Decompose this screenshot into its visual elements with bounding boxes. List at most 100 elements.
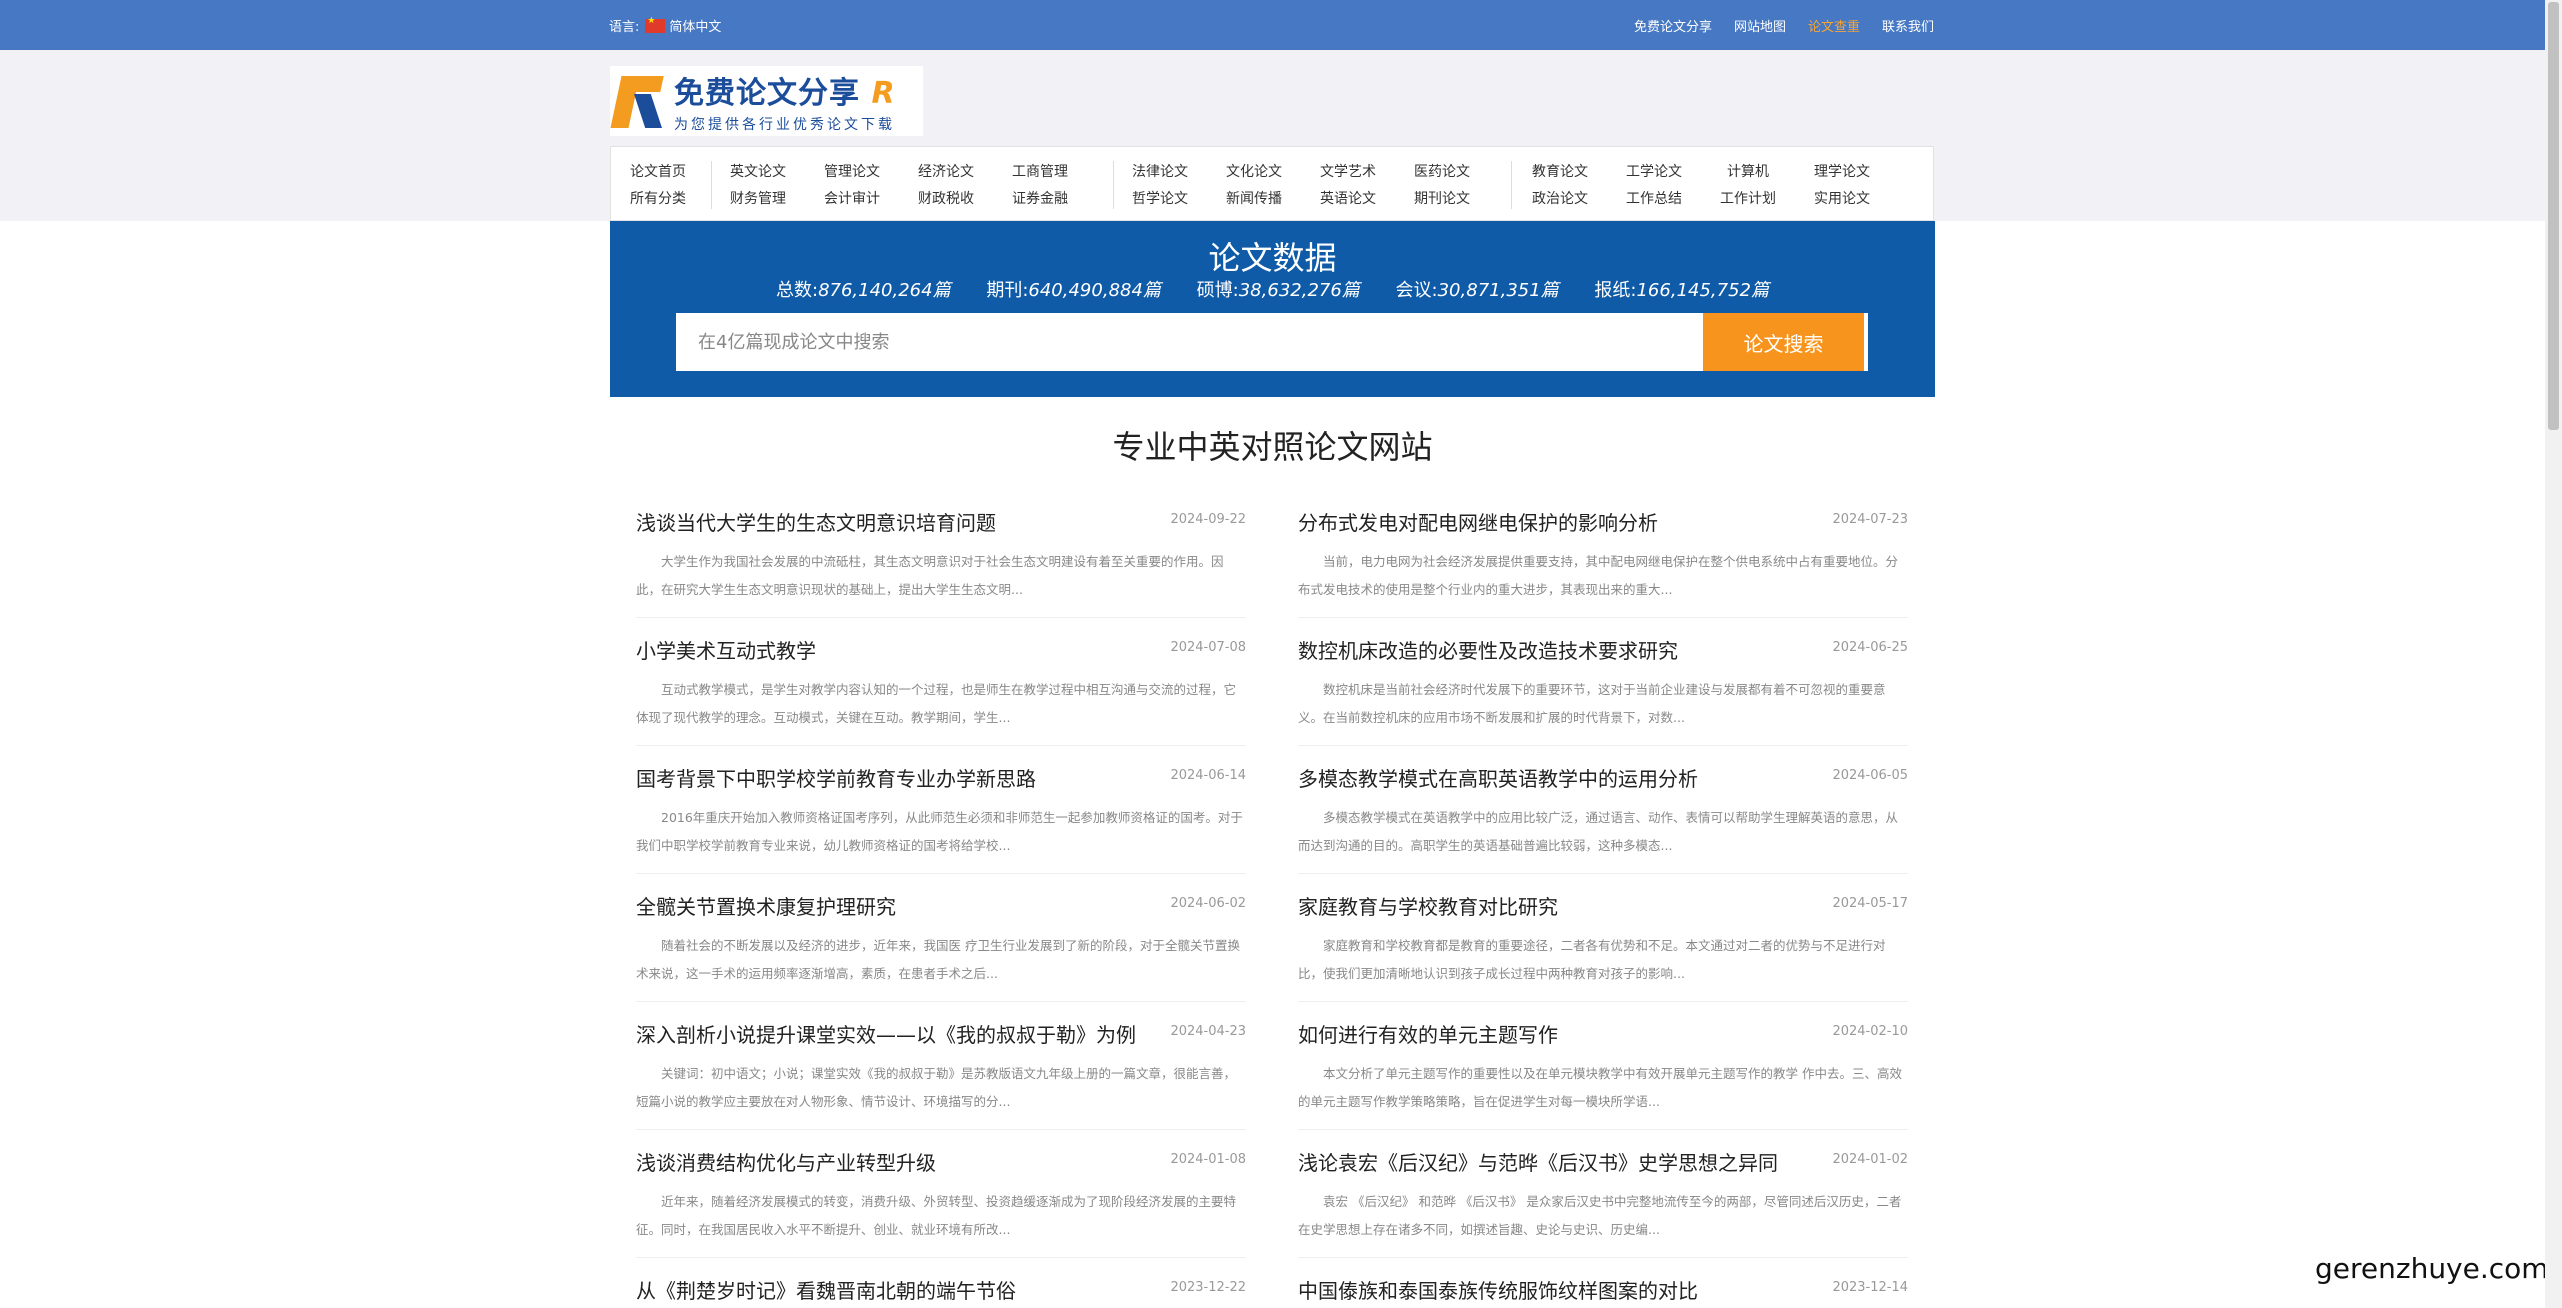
category-link[interactable]: 新闻传播 [1219,186,1289,213]
article-item[interactable]: 多模态教学模式在高职英语教学中的运用分析 2024-06-05 多模态教学模式在… [1298,756,1908,874]
stat-value: 876,140,264篇 [818,280,951,301]
category-link[interactable]: 工商管理 [1005,159,1075,186]
article-abstract: 2016年重庆开始加入教师资格证国考序列，从此师范生必须和非师范生一起参加教师资… [636,810,1243,853]
article-item[interactable]: 浅论袁宏《后汉纪》与范晔《后汉书》史学思想之异同 2024-01-02 袁宏 《… [1298,1140,1908,1258]
article-abstract: 家庭教育和学校教育都是教育的重要途径，二者各有优势和不足。本文通过对二者的优势与… [1298,938,1886,981]
category-link[interactable]: 计算机 [1713,159,1783,186]
search-input[interactable] [676,313,1708,371]
article-item[interactable]: 分布式发电对配电网继电保护的影响分析 2024-07-23 当前，电力电网为社会… [1298,500,1908,618]
category-nav: 论文首页 所有分类 英文论文 财务管理 管理论文 会计审计 经济论文 财政税收 … [610,146,1934,221]
category-column: 法律论文 哲学论文 [1125,159,1195,213]
stats-row: 总数:876,140,264篇 期刊:640,490,884篇 硕博:38,63… [610,276,1935,302]
article-item[interactable]: 浅谈当代大学生的生态文明意识培育问题 2024-09-22 大学生作为我国社会发… [636,500,1246,618]
category-link[interactable]: 政治论文 [1525,186,1595,213]
article-title[interactable]: 浅谈消费结构优化与产业转型升级 [636,1147,936,1176]
category-link[interactable]: 会计审计 [817,186,887,213]
category-link[interactable]: 文学艺术 [1313,159,1383,186]
article-title[interactable]: 小学美术互动式教学 [636,635,816,664]
category-link[interactable]: 实用论文 [1807,186,1877,213]
category-link[interactable]: 工作计划 [1713,186,1783,213]
category-link[interactable]: 论文首页 [629,159,687,186]
article-title[interactable]: 分布式发电对配电网继电保护的影响分析 [1298,507,1658,536]
page-scrollbar[interactable] [2545,0,2562,1308]
stat-value: 38,632,276篇 [1238,280,1360,301]
category-link[interactable]: 财政税收 [911,186,981,213]
stat-value: 640,490,884篇 [1028,280,1161,301]
category-link[interactable]: 英文论文 [723,159,793,186]
article-abstract: 本文分析了单元主题写作的重要性以及在单元模块教学中有效开展单元主题写作的教学 作… [1298,1066,1902,1109]
article-title[interactable]: 从《荆楚岁时记》看魏晋南北朝的端午节俗 [636,1275,1016,1304]
divider [1113,161,1114,209]
article-title[interactable]: 国考背景下中职学校学前教育专业办学新思路 [636,763,1036,792]
top-bar: 语言: 简体中文 免费论文分享 网站地图 论文查重 联系我们 [0,0,2545,50]
site-logo[interactable]: 免费论文分享 R 为您提供各行业优秀论文下载 [610,66,923,136]
article-date: 2024-06-02 [1170,896,1246,911]
article-date: 2024-06-14 [1170,768,1246,783]
category-link[interactable]: 证券金融 [1005,186,1075,213]
article-abstract: 数控机床是当前社会经济时代发展下的重要环节，这对于当前企业建设与发展都有着不可忽… [1298,682,1886,725]
category-link[interactable]: 医药论文 [1407,159,1477,186]
language-selector[interactable]: 语言: 简体中文 [609,16,721,36]
top-nav-contact[interactable]: 联系我们 [1882,16,1934,35]
article-item[interactable]: 家庭教育与学校教育对比研究 2024-05-17 家庭教育和学校教育都是教育的重… [1298,884,1908,1002]
top-nav-plagiarism-check[interactable]: 论文查重 [1808,16,1860,35]
stat-value: 166,145,752篇 [1636,280,1769,301]
article-abstract: 近年来，随着经济发展模式的转变，消费升级、外贸转型、投资趋缓逐渐成为了现阶段经济… [636,1194,1237,1237]
divider [1511,161,1512,209]
article-item[interactable]: 深入剖析小说提升课堂实效——以《我的叔叔于勒》为例 2024-04-23 关键词… [636,1012,1246,1130]
article-title[interactable]: 浅论袁宏《后汉纪》与范晔《后汉书》史学思想之异同 [1298,1147,1778,1176]
article-title[interactable]: 多模态教学模式在高职英语教学中的运用分析 [1298,763,1698,792]
category-link[interactable]: 工学论文 [1619,159,1689,186]
category-column: 医药论文 期刊论文 [1407,159,1477,213]
category-link[interactable]: 财务管理 [723,186,793,213]
article-item[interactable]: 从《荆楚岁时记》看魏晋南北朝的端午节俗 2023-12-22 [636,1268,1246,1308]
search-button[interactable]: 论文搜索 [1703,313,1868,371]
article-item[interactable]: 全髋关节置换术康复护理研究 2024-06-02 随着社会的不断发展以及经济的进… [636,884,1246,1002]
article-abstract: 随着社会的不断发展以及经济的进步，近年来，我国医 疗卫生行业发展到了新的阶段，对… [636,938,1240,981]
article-item[interactable]: 小学美术互动式教学 2024-07-08 互动式教学模式，是学生对教学内容认知的… [636,628,1246,746]
article-title[interactable]: 深入剖析小说提升课堂实效——以《我的叔叔于勒》为例 [636,1019,1136,1048]
stat-value: 30,871,351篇 [1437,280,1559,301]
article-date: 2024-07-23 [1832,512,1908,527]
stat-label: 会议: [1395,280,1438,301]
logo-subtitle: 为您提供各行业优秀论文下载 [674,117,895,133]
category-link[interactable]: 文化论文 [1219,159,1289,186]
article-item[interactable]: 中国傣族和泰国泰族传统服饰纹样图案的对比 2023-12-14 [1298,1268,1908,1308]
article-title[interactable]: 中国傣族和泰国泰族传统服饰纹样图案的对比 [1298,1275,1698,1304]
top-nav-free-share[interactable]: 免费论文分享 [1634,16,1712,35]
category-link[interactable]: 期刊论文 [1407,186,1477,213]
category-link[interactable]: 教育论文 [1525,159,1595,186]
article-item[interactable]: 数控机床改造的必要性及改造技术要求研究 2024-06-25 数控机床是当前社会… [1298,628,1908,746]
top-nav-sitemap[interactable]: 网站地图 [1734,16,1786,35]
category-column: 英文论文 财务管理 [723,159,793,213]
article-abstract: 当前，电力电网为社会经济发展提供重要支持，其中配电网继电保护在整个供电系统中占有… [1298,554,1899,597]
scrollbar-thumb[interactable] [2548,2,2559,430]
article-abstract: 大学生作为我国社会发展的中流砥柱，其生态文明意识对于社会生态文明建设有着至关重要… [636,554,1224,597]
article-item[interactable]: 浅谈消费结构优化与产业转型升级 2024-01-08 近年来，随着经济发展模式的… [636,1140,1246,1258]
article-title[interactable]: 数控机床改造的必要性及改造技术要求研究 [1298,635,1678,664]
category-column: 文化论文 新闻传播 [1219,159,1289,213]
article-title[interactable]: 如何进行有效的单元主题写作 [1298,1019,1558,1048]
article-date: 2024-04-23 [1170,1024,1246,1039]
category-link[interactable]: 管理论文 [817,159,887,186]
article-item[interactable]: 国考背景下中职学校学前教育专业办学新思路 2024-06-14 2016年重庆开… [636,756,1246,874]
article-abstract: 袁宏 《后汉纪》 和范晔 《后汉书》 是众家后汉史书中完整地流传至今的两部，尽管… [1298,1194,1902,1237]
article-title[interactable]: 家庭教育与学校教育对比研究 [1298,891,1558,920]
article-date: 2024-05-17 [1832,896,1908,911]
category-link[interactable]: 所有分类 [629,186,687,213]
article-date: 2024-09-22 [1170,512,1246,527]
category-link[interactable]: 英语论文 [1313,186,1383,213]
article-date: 2024-06-05 [1832,768,1908,783]
article-date: 2023-12-22 [1170,1280,1246,1295]
article-item[interactable]: 如何进行有效的单元主题写作 2024-02-10 本文分析了单元主题写作的重要性… [1298,1012,1908,1130]
article-abstract: 互动式教学模式，是学生对教学内容认知的一个过程，也是师生在教学过程中相互沟通与交… [636,682,1237,725]
category-link[interactable]: 法律论文 [1125,159,1195,186]
language-value[interactable]: 简体中文 [669,16,721,35]
category-link[interactable]: 哲学论文 [1125,186,1195,213]
article-title[interactable]: 全髋关节置换术康复护理研究 [636,891,896,920]
category-link[interactable]: 工作总结 [1619,186,1689,213]
category-link[interactable]: 理学论文 [1807,159,1877,186]
article-title[interactable]: 浅谈当代大学生的生态文明意识培育问题 [636,507,996,536]
category-link[interactable]: 经济论文 [911,159,981,186]
category-column: 管理论文 会计审计 [817,159,887,213]
